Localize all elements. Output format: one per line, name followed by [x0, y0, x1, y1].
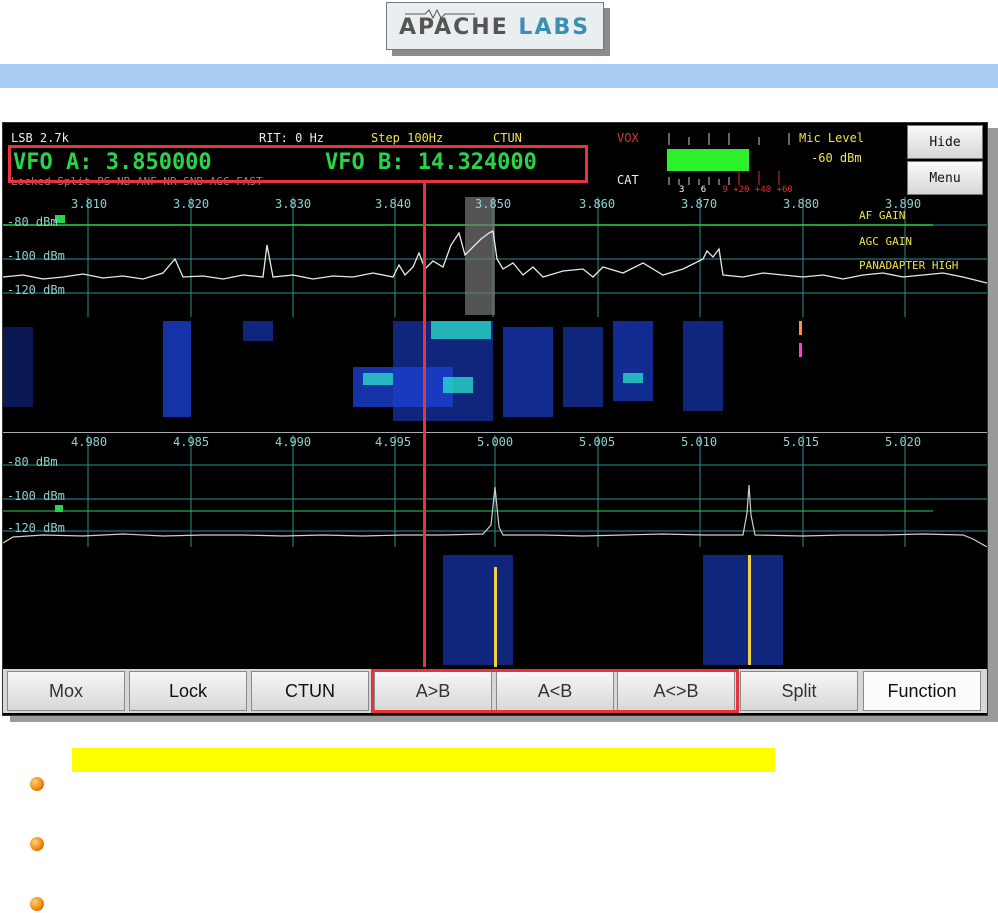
mic-level-label: Mic Level — [799, 131, 865, 145]
lock-button[interactable]: Lock — [129, 671, 247, 711]
p2-freq-tick: 4.995 — [375, 435, 412, 449]
p1-freq-tick: 3.830 — [275, 197, 312, 211]
p2-freq-tick: 5.020 — [885, 435, 922, 449]
p2-freq-tick: 5.010 — [681, 435, 718, 449]
panadapter-2[interactable]: 4.980 4.985 4.990 4.995 5.000 5.005 5.01… — [3, 435, 987, 667]
p1-db-label: -100 dBm — [7, 249, 65, 263]
sdr-screen: LSB 2.7k RIT: 0 Hz Step 100Hz CTUN VOX C… — [2, 122, 988, 716]
logo-apache: APACHE — [399, 15, 509, 40]
hide-button[interactable]: Hide — [907, 125, 983, 159]
p1-freq-tick: 3.870 — [681, 197, 718, 211]
p2-freq-tick: 4.985 — [173, 435, 210, 449]
p1-db-label: -80 dBm — [7, 215, 58, 229]
logo-text: APACHE LABS — [399, 15, 590, 40]
cat-indicator: CAT — [617, 173, 639, 187]
bottom-button-bar: Mox Lock CTUN A>B A<B A<>B Split Functio… — [3, 669, 987, 713]
mic-level-value: -60 dBm — [811, 151, 862, 165]
header-band — [0, 64, 998, 88]
p1-freq-tick: 3.820 — [173, 197, 210, 211]
panadapter-2-graph — [3, 435, 987, 667]
p1-freq-tick: 3.810 — [71, 197, 108, 211]
p1-freq-tick: 3.860 — [579, 197, 616, 211]
af-gain-label[interactable]: AF GAIN — [859, 209, 905, 222]
bullet-icon — [30, 777, 44, 791]
vox-indicator: VOX — [617, 131, 639, 145]
ab-buttons-highlight-box — [371, 669, 739, 713]
panadapter-1-graph — [3, 197, 987, 433]
step-label: Step 100Hz — [371, 131, 444, 145]
mic-level-bar — [667, 149, 749, 171]
p2-freq-tick: 4.980 — [71, 435, 108, 449]
bullet-icon — [30, 897, 44, 911]
p2-freq-tick: 5.000 — [477, 435, 514, 449]
p2-db-label: -80 dBm — [7, 455, 58, 469]
p2-freq-tick: 5.005 — [579, 435, 616, 449]
p2-freq-tick: 4.990 — [275, 435, 312, 449]
agc-gain-label[interactable]: AGC GAIN — [859, 235, 912, 248]
vfo-highlight-box — [8, 145, 588, 183]
highlight-connector — [423, 183, 426, 667]
ctun-button[interactable]: CTUN — [251, 671, 369, 711]
meter-scale: 3 6 9 +20 +40 +60 — [679, 185, 793, 195]
p1-freq-tick: 3.880 — [783, 197, 820, 211]
panadapter-1[interactable]: 3.810 3.820 3.830 3.840 3.850 3.860 3.87… — [3, 197, 987, 433]
mox-button[interactable]: Mox — [7, 671, 125, 711]
function-button[interactable]: Function — [863, 671, 981, 711]
p1-freq-tick: 3.850 — [475, 197, 512, 211]
yellow-highlight-bar — [72, 748, 775, 772]
apache-labs-logo: APACHE LABS — [386, 2, 604, 50]
ctun-status: CTUN — [493, 131, 522, 145]
split-button[interactable]: Split — [740, 671, 858, 711]
p1-db-label: -120 dBm — [7, 283, 65, 297]
panadapter-high-label[interactable]: PANADAPTER HIGH — [859, 259, 958, 272]
p2-db-label: -120 dBm — [7, 521, 65, 535]
p1-freq-tick: 3.840 — [375, 197, 412, 211]
logo-labs: LABS — [518, 15, 591, 40]
bullet-icon — [30, 837, 44, 851]
p2-freq-tick: 5.015 — [783, 435, 820, 449]
mode-label: LSB 2.7k — [11, 131, 69, 145]
menu-button[interactable]: Menu — [907, 161, 983, 195]
rit-label: RIT: 0 Hz — [259, 131, 325, 145]
p2-db-label: -100 dBm — [7, 489, 65, 503]
